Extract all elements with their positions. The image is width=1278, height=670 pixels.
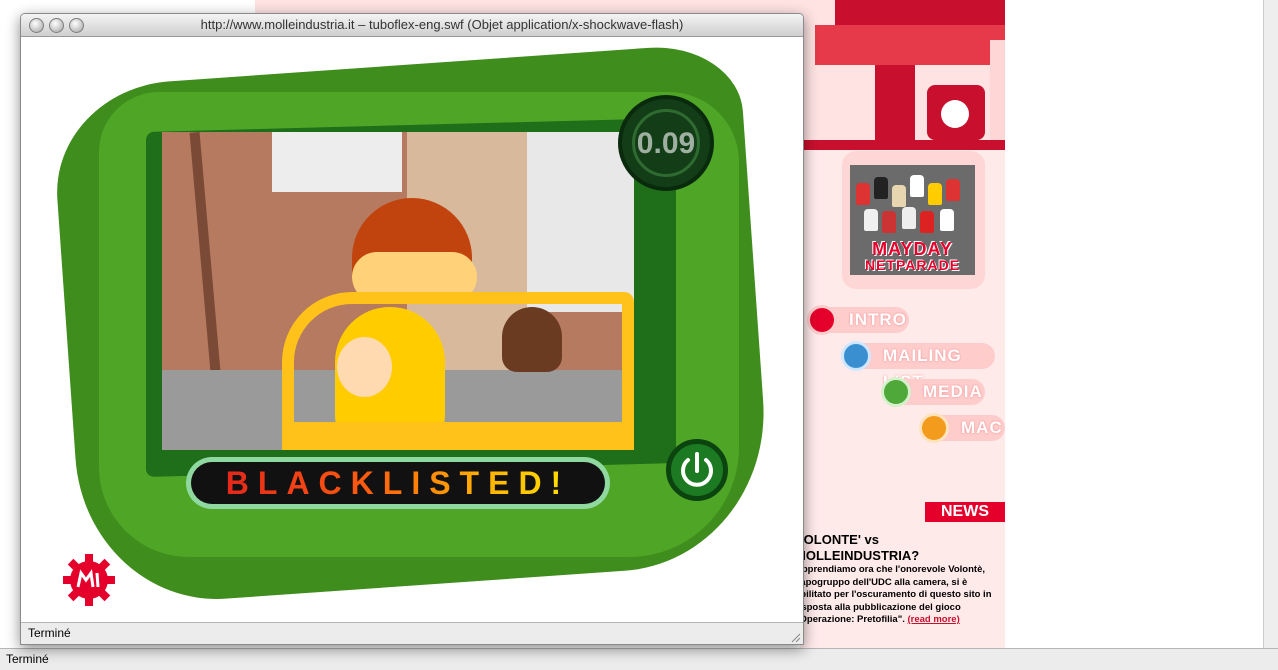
nav-mac-button[interactable]: MAC	[919, 413, 1005, 443]
apple-icon	[919, 413, 949, 443]
nav-media-button[interactable]: MEDIA	[881, 377, 985, 407]
flash-game-stage[interactable]: 0.09 BLACKLISTED!	[21, 37, 803, 622]
browser-scrollbar[interactable]	[1263, 0, 1278, 648]
window-titlebar[interactable]: http://www.molleindustria.it – tuboflex-…	[21, 14, 803, 37]
flash-popup-window: http://www.molleindustria.it – tuboflex-…	[20, 13, 804, 645]
mayday-crowd-image: MAYDAY NETPARADE	[850, 165, 975, 275]
news-body: Apprendiamo ora che l'onorevole Volontè,…	[795, 564, 1005, 627]
nav-intro-button[interactable]: INTRO	[807, 305, 909, 335]
browser-status-text: Terminé	[6, 652, 49, 666]
mayday-netparade-badge[interactable]: MAYDAY NETPARADE	[842, 151, 985, 289]
news-title: VOLONTE' vs MOLLEINDUSTRIA?	[795, 532, 920, 563]
news-text: Apprendiamo ora che l'onorevole Volontè,…	[795, 564, 992, 625]
timer-value: 0.09	[636, 127, 696, 160]
broadcast-icon	[881, 377, 911, 407]
window-title: http://www.molleindustria.it – tuboflex-…	[200, 17, 684, 32]
minimize-window-button[interactable]	[49, 18, 64, 33]
popup-status-text: Terminé	[28, 626, 71, 640]
envelope-icon	[841, 341, 871, 371]
read-more-link[interactable]: (read more)	[907, 614, 959, 625]
zoom-window-button[interactable]	[69, 18, 84, 33]
popup-status-bar: Terminé	[21, 622, 803, 644]
power-button[interactable]	[666, 439, 728, 501]
molleindustria-logo-icon	[63, 554, 115, 606]
nav-mailing-list-button[interactable]: MAILING LIST	[841, 341, 995, 391]
close-window-button[interactable]	[29, 18, 44, 33]
mi-gear-icon	[807, 305, 837, 335]
banner-text: BLACKLISTED!	[225, 465, 571, 501]
status-banner: BLACKLISTED!	[186, 457, 610, 509]
nav-label: INTRO	[849, 310, 907, 329]
news-heading: NEWS	[925, 502, 1005, 522]
browser-status-bar: Terminé	[0, 648, 1278, 670]
resize-grip-icon[interactable]	[789, 631, 801, 643]
nav-label: MAC	[961, 418, 1003, 437]
nav-label: MEDIA	[923, 382, 983, 401]
timer-display: 0.09	[618, 95, 714, 191]
netparade-title: NETPARADE	[864, 257, 961, 273]
power-icon	[681, 452, 713, 487]
game-screen	[162, 132, 634, 450]
